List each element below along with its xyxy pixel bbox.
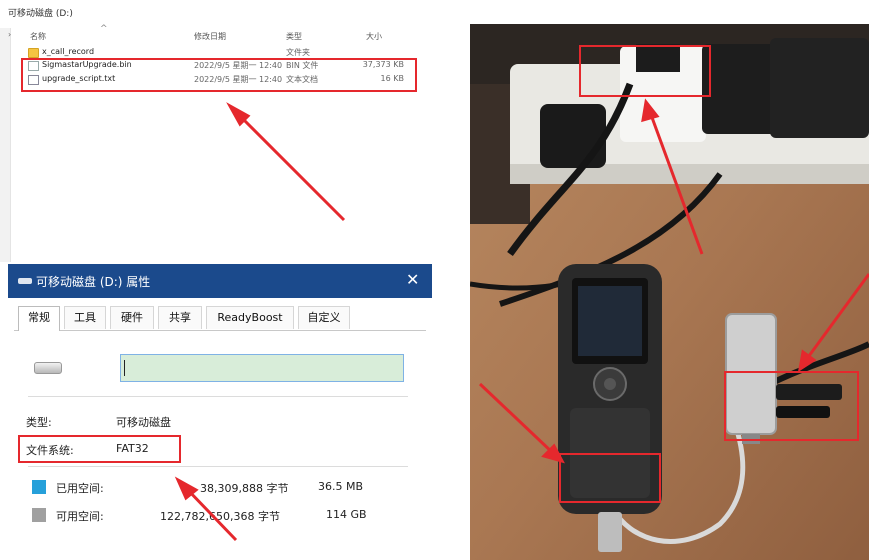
phone-device	[558, 264, 662, 552]
free-space-bytes: 122,782,650,368 字节	[160, 510, 280, 523]
device-setup-photo	[470, 24, 869, 560]
tab-bar: 常规 工具 硬件 共享 ReadyBoost 自定义	[14, 306, 426, 331]
drive-icon	[18, 278, 32, 284]
address-path[interactable]: 可移动磁盘 (D:)	[8, 6, 73, 19]
free-space-size: 114 GB	[326, 508, 367, 521]
file-type: 文件夹	[286, 48, 310, 57]
column-header-name[interactable]: 名称	[30, 31, 46, 42]
filesystem-highlight-box	[18, 435, 181, 463]
file-explorer-window: 可移动磁盘 (D:) › ^ 名称 修改日期 类型 大小 x_call_reco…	[0, 0, 432, 262]
dialog-titlebar[interactable]: 可移动磁盘 (D:) 属性 ✕	[8, 264, 432, 298]
dialog-title: 可移动磁盘 (D:) 属性	[36, 275, 151, 289]
free-space-label: 可用空间:	[56, 510, 104, 523]
used-space-swatch	[32, 480, 46, 494]
column-header-type[interactable]: 类型	[286, 31, 302, 42]
file-name: x_call_record	[42, 47, 95, 56]
drive-icon	[34, 362, 62, 374]
pin-icon[interactable]: ›	[8, 30, 11, 39]
file-row[interactable]: x_call_record 文件夹	[28, 47, 412, 58]
used-space-label: 已用空间:	[56, 482, 104, 495]
tab-customize[interactable]: 自定义	[298, 306, 350, 329]
tab-sharing[interactable]: 共享	[158, 306, 202, 329]
navigation-pane[interactable]	[0, 28, 11, 262]
column-header-size[interactable]: 大小	[366, 31, 382, 42]
tab-general[interactable]: 常规	[18, 306, 60, 331]
divider	[28, 466, 408, 467]
folder-icon	[28, 48, 39, 58]
drive-name-input[interactable]	[120, 354, 404, 382]
type-label: 类型:	[26, 416, 52, 429]
tab-tools[interactable]: 工具	[64, 306, 106, 329]
tab-hardware[interactable]: 硬件	[110, 306, 154, 329]
sort-arrow-icon: ^	[100, 24, 108, 34]
drive-properties-dialog: 可移动磁盘 (D:) 属性 ✕ 常规 工具 硬件 共享 ReadyBoost 自…	[8, 264, 432, 528]
divider	[28, 396, 408, 397]
text-caret	[124, 360, 125, 376]
used-space-size: 36.5 MB	[318, 480, 364, 493]
files-highlight-box	[21, 58, 417, 92]
close-icon[interactable]: ✕	[406, 270, 419, 289]
tab-readyboost[interactable]: ReadyBoost	[206, 306, 294, 329]
photo-illustration	[470, 24, 869, 560]
used-space-bytes: 38,309,888 字节	[200, 482, 289, 495]
free-space-swatch	[32, 508, 46, 522]
type-value: 可移动磁盘	[116, 416, 171, 429]
column-header-date[interactable]: 修改日期	[194, 31, 226, 42]
